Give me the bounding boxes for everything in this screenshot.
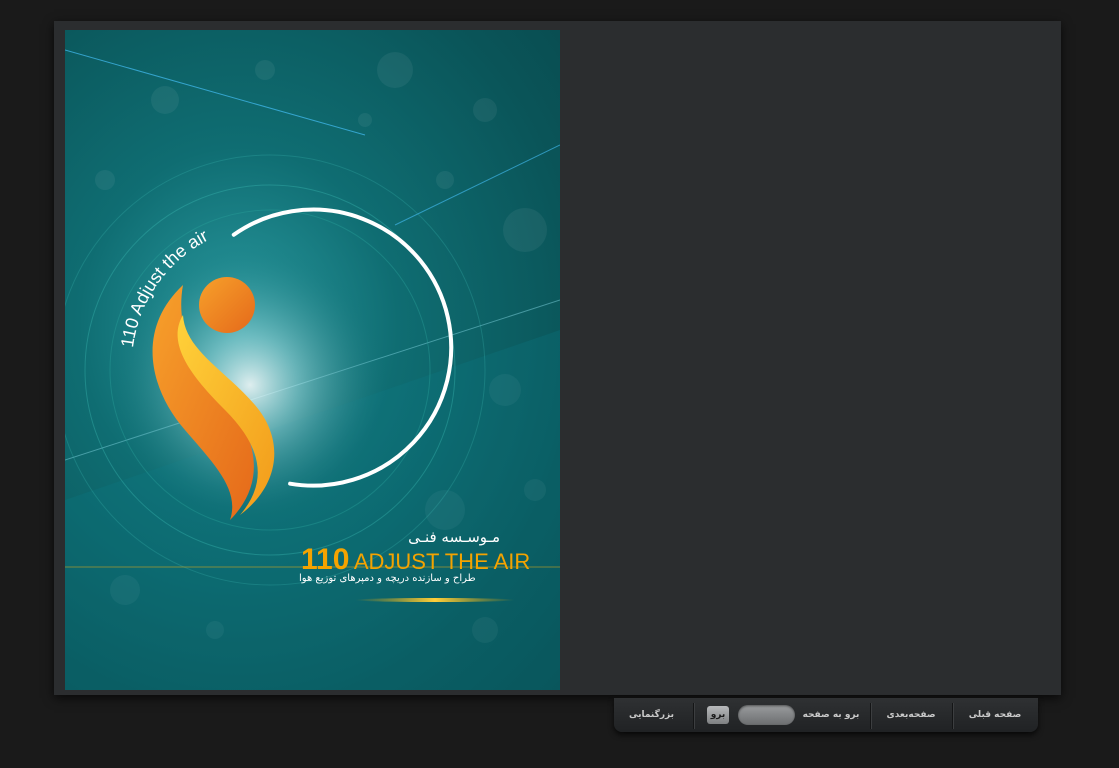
go-button[interactable]: برو <box>707 706 729 724</box>
next-page-button[interactable]: صفحه‌بعدی <box>874 698 948 732</box>
toolbar-divider <box>952 703 954 729</box>
cover-subtitle-persian: طراح و سازنده دریچه و دمپرهای توزیع هوا <box>299 573 476 584</box>
cover-page[interactable]: 110 Adjust the air مـوسـسه فنـی 110 ADJU… <box>65 30 560 690</box>
goto-page-label: برو به صفحه <box>802 710 860 720</box>
zoom-button[interactable]: بزرگنمایی <box>614 698 689 732</box>
previous-page-button[interactable]: صفحه قبلی <box>956 698 1034 732</box>
toolbar-divider <box>693 703 695 729</box>
book-viewer: 110 Adjust the air مـوسـسه فنـی 110 ADJU… <box>54 21 1061 695</box>
brand-number: 110 <box>301 543 350 576</box>
navigation-toolbar: بزرگنمایی برو برو به صفحه صفحه‌بعدی صفحه… <box>614 698 1038 732</box>
page-number-input[interactable] <box>738 705 795 725</box>
svg-text:110 Adjust the air: 110 Adjust the air <box>117 225 211 348</box>
toolbar-divider <box>870 703 872 729</box>
brand-text: ADJUST THE AIR <box>353 549 531 574</box>
ring-caption-text: 110 Adjust the air <box>117 225 211 348</box>
cover-brand: 110 ADJUST THE AIR <box>301 543 530 577</box>
